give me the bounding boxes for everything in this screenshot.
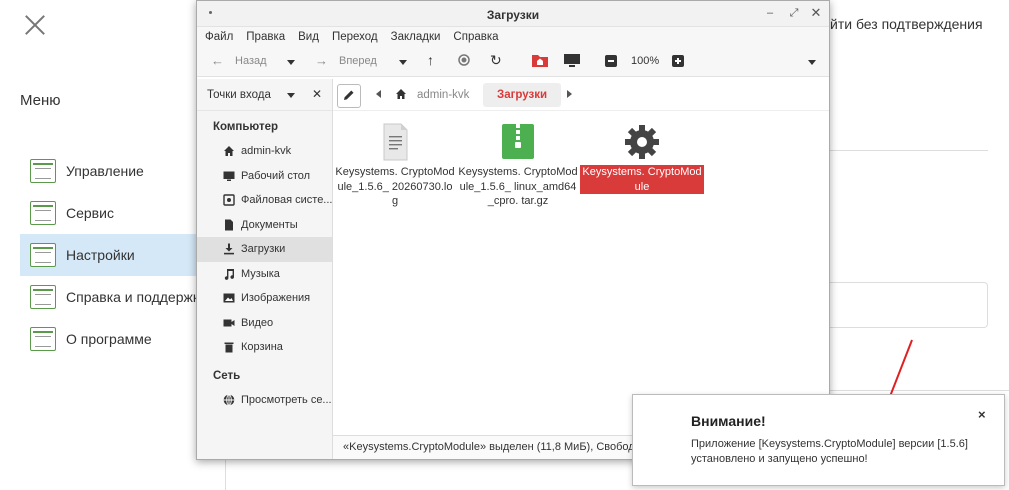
file-manager-window: Загрузки – ⤢ ✕ Файл Правка Вид Переход З… bbox=[196, 0, 830, 460]
stop-icon[interactable] bbox=[458, 54, 470, 69]
notification-message: Приложение [Keysystems.CryptoModule] вер… bbox=[691, 438, 968, 465]
back-button[interactable]: Назад bbox=[235, 55, 267, 67]
reload-icon[interactable]: ↻ bbox=[490, 52, 502, 69]
menu-view[interactable]: Вид bbox=[298, 31, 319, 43]
trash-icon bbox=[223, 341, 235, 353]
menu-item-label: Справка и поддержка bbox=[66, 289, 208, 305]
close-sidebar-icon[interactable]: ✕ bbox=[312, 87, 322, 101]
file-item-archive[interactable]: Keysystems. CryptoModule_1.5.6_ linux_am… bbox=[456, 123, 580, 209]
video-icon bbox=[223, 317, 235, 329]
chevron-down-icon[interactable] bbox=[287, 93, 295, 98]
sidebar-item-images[interactable]: Изображения bbox=[197, 286, 332, 311]
management-icon bbox=[30, 159, 56, 183]
network-icon bbox=[223, 393, 235, 406]
menu-item-settings[interactable]: Настройки bbox=[20, 234, 220, 276]
forward-button[interactable]: Вперед bbox=[339, 55, 377, 67]
menu-title: Меню bbox=[20, 92, 61, 109]
menu-item-label: Сервис bbox=[66, 205, 114, 221]
sidebar-section-computer: Компьютер bbox=[213, 121, 279, 133]
notification-title: Внимание! bbox=[691, 413, 766, 429]
zoom-out-icon[interactable] bbox=[605, 55, 617, 70]
sidebar-item-documents[interactable]: Документы bbox=[197, 213, 332, 238]
maximize-icon[interactable]: ⤢ bbox=[787, 6, 801, 20]
menu-item-label: Настройки bbox=[66, 247, 135, 263]
view-options-chevron-icon[interactable] bbox=[808, 60, 816, 65]
sidebar-item-network[interactable]: Просмотреть се... bbox=[197, 388, 332, 413]
window-title: Загрузки bbox=[486, 8, 540, 22]
file-name: Keysystems. CryptoModule_1.5.6_ 20260730… bbox=[335, 166, 455, 207]
menu-bar: Файл Правка Вид Переход Закладки Справка bbox=[197, 27, 829, 47]
file-item-executable[interactable]: Keysystems. CryptoModule bbox=[580, 123, 704, 194]
sidebar-section-network: Сеть bbox=[213, 369, 241, 382]
menu-item-management[interactable]: Управление bbox=[20, 150, 220, 192]
close-icon[interactable]: × bbox=[978, 407, 986, 422]
back-history-chevron-icon[interactable] bbox=[287, 60, 295, 65]
forward-history-chevron-icon[interactable] bbox=[399, 60, 407, 65]
menu-item-service[interactable]: Сервис bbox=[20, 192, 220, 234]
drive-icon bbox=[223, 194, 235, 206]
sidebar: Точки входа ✕ Компьютер admin-kvk Рабочи… bbox=[197, 79, 333, 459]
background-input[interactable] bbox=[830, 282, 988, 328]
sidebar-item-video[interactable]: Видео bbox=[197, 311, 332, 336]
close-window-icon[interactable]: ✕ bbox=[809, 6, 823, 20]
sidebar-item-filesystem[interactable]: Файловая систе... bbox=[197, 188, 332, 213]
sidebar-item-home[interactable]: admin-kvk bbox=[197, 139, 332, 164]
computer-icon[interactable] bbox=[563, 53, 581, 71]
text-file-icon bbox=[375, 123, 415, 161]
path-scroll-right-icon[interactable] bbox=[567, 90, 572, 98]
zoom-in-icon[interactable] bbox=[672, 55, 684, 70]
file-name: Keysystems. CryptoModule bbox=[580, 165, 704, 194]
sidebar-item-downloads[interactable]: Загрузки bbox=[197, 237, 332, 262]
menu-item-help[interactable]: Справка и поддержка bbox=[20, 276, 220, 318]
help-icon bbox=[30, 285, 56, 309]
sidebar-item-desktop[interactable]: Рабочий стол bbox=[197, 164, 332, 189]
image-icon bbox=[223, 292, 235, 304]
divider bbox=[830, 150, 988, 151]
file-name: Keysystems. CryptoModule_1.5.6_ linux_am… bbox=[458, 166, 578, 207]
breadcrumb-home[interactable]: admin-kvk bbox=[417, 89, 469, 101]
menu-help[interactable]: Справка bbox=[453, 31, 498, 43]
toolbar: ← Назад → Вперед ↑ ↻ 100% bbox=[197, 47, 829, 77]
home-folder-icon[interactable] bbox=[531, 53, 549, 71]
divider bbox=[225, 460, 226, 490]
notification-popup: Внимание! × Приложение [Keysystems.Crypt… bbox=[632, 394, 1005, 486]
pencil-icon bbox=[343, 89, 355, 104]
up-arrow-icon[interactable]: ↑ bbox=[427, 52, 434, 68]
forward-arrow-icon[interactable]: → bbox=[315, 53, 328, 68]
menu-item-about[interactable]: О программе bbox=[20, 318, 220, 360]
menu-bookmarks[interactable]: Закладки bbox=[391, 31, 441, 43]
background-option-text: йти без подтверждения bbox=[830, 16, 983, 32]
sidebar-header: Точки входа ✕ bbox=[197, 79, 332, 111]
menu-file[interactable]: Файл bbox=[205, 31, 233, 43]
document-icon bbox=[223, 219, 235, 231]
settings-icon bbox=[30, 243, 56, 267]
service-icon bbox=[30, 201, 56, 225]
zoom-level: 100% bbox=[631, 55, 660, 67]
home-icon[interactable] bbox=[395, 88, 407, 103]
edit-location-button[interactable] bbox=[337, 84, 361, 108]
minimize-icon[interactable]: – bbox=[763, 6, 777, 20]
breadcrumb-current[interactable]: Загрузки bbox=[483, 83, 562, 107]
sidebar-item-music[interactable]: Музыка bbox=[197, 262, 332, 287]
menu-list: Управление Сервис Настройки Справка и по… bbox=[20, 150, 220, 360]
archive-icon bbox=[498, 123, 538, 161]
menu-edit[interactable]: Правка bbox=[246, 31, 285, 43]
title-bar[interactable]: Загрузки – ⤢ ✕ bbox=[197, 1, 829, 27]
music-icon bbox=[223, 268, 235, 280]
path-bar: admin-kvk Загрузки bbox=[333, 79, 829, 111]
menu-item-label: О программе bbox=[66, 331, 152, 347]
download-icon bbox=[223, 243, 235, 255]
menu-item-label: Управление bbox=[66, 163, 144, 179]
executable-gear-icon bbox=[622, 123, 662, 161]
file-item-log[interactable]: Keysystems. CryptoModule_1.5.6_ 20260730… bbox=[333, 123, 457, 209]
back-arrow-icon[interactable]: ← bbox=[211, 53, 224, 68]
home-icon bbox=[223, 145, 235, 157]
path-scroll-left-icon[interactable] bbox=[376, 90, 381, 98]
sidebar-item-trash[interactable]: Корзина bbox=[197, 335, 332, 360]
close-icon[interactable] bbox=[24, 14, 46, 36]
info-icon bbox=[30, 327, 56, 351]
menu-go[interactable]: Переход bbox=[332, 31, 378, 43]
places-dropdown[interactable]: Точки входа bbox=[207, 89, 271, 101]
desktop-icon bbox=[223, 170, 235, 182]
